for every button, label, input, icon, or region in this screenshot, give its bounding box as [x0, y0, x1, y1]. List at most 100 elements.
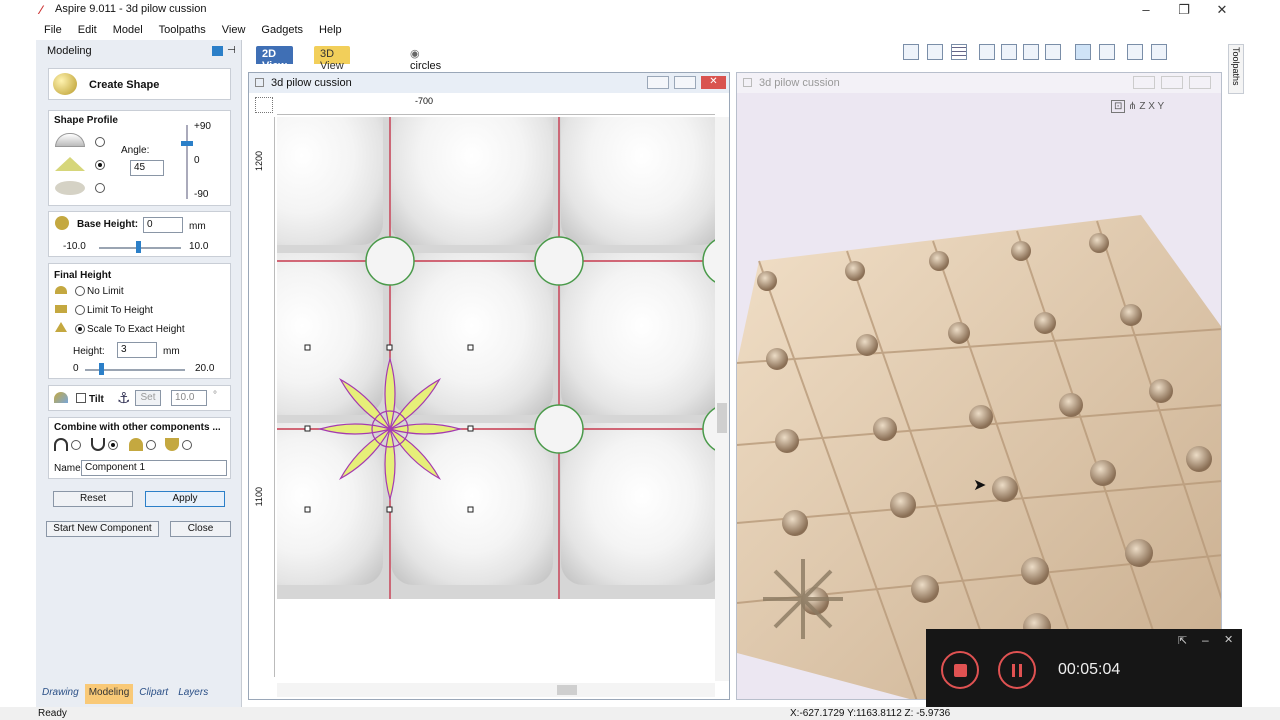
grid-icon[interactable]: [951, 44, 967, 60]
profile-round-radio[interactable]: [95, 137, 105, 147]
recorder-minimize-icon[interactable]: –: [1202, 633, 1209, 647]
ruler-corner: [255, 97, 273, 113]
modeling-panel: Modeling ⊣ Create Shape Shape Profile An…: [36, 40, 242, 707]
tilt-label: Tilt: [89, 394, 104, 405]
base-height-thumb[interactable]: [136, 241, 141, 253]
view-3d-restore-button[interactable]: [1161, 76, 1183, 89]
horizontal-scrollbar[interactable]: [277, 683, 715, 697]
view-3d-title: 3d pilow cussion: [759, 77, 840, 89]
scale-height-label: Scale To Exact Height: [87, 324, 185, 335]
maximize-button[interactable]: ❐: [1176, 2, 1192, 18]
view-3d-minimize-button[interactable]: [1133, 76, 1155, 89]
3d-model-render[interactable]: [737, 93, 1222, 700]
combine-subtract-radio[interactable]: [108, 440, 118, 450]
base-height-group: Base Height: 0 mm -10.0 10.0: [48, 211, 231, 257]
menu-help[interactable]: Help: [311, 22, 350, 40]
view-2d-minimize-button[interactable]: [647, 76, 669, 89]
profile-angle-radio[interactable]: [95, 160, 105, 170]
anchor-icon[interactable]: ⚓: [117, 389, 130, 407]
combine-merge-radio[interactable]: [146, 440, 156, 450]
menu-edit[interactable]: Edit: [70, 22, 105, 40]
tab-clipart[interactable]: Clipart: [135, 684, 172, 704]
base-height-input[interactable]: 0: [143, 217, 183, 233]
tab-2d-view[interactable]: 2D View: [256, 46, 293, 72]
tab-modeling[interactable]: Modeling: [84, 684, 134, 704]
minimize-button[interactable]: –: [1138, 2, 1154, 17]
combine-subtract-icon: [91, 438, 105, 451]
height-thumb[interactable]: [99, 363, 104, 375]
pin-icon[interactable]: [212, 46, 223, 56]
zoom-out-icon[interactable]: [1023, 44, 1039, 60]
menu-model[interactable]: Model: [105, 22, 151, 40]
no-limit-icon: [55, 286, 67, 294]
tab-drawing[interactable]: Drawing: [38, 684, 83, 704]
screen-recorder-widget: ⇱ – ✕ 00:05:04: [926, 629, 1242, 709]
tilt-value-input[interactable]: 10.0: [171, 390, 207, 406]
measure-icon[interactable]: [1099, 44, 1115, 60]
tile-vertical-icon[interactable]: [1151, 44, 1167, 60]
view-3d-close-button[interactable]: [1189, 76, 1211, 89]
tab-3d-view[interactable]: 3D View: [314, 46, 350, 72]
scroll-thumb[interactable]: [557, 685, 577, 695]
reset-button[interactable]: Reset: [53, 491, 133, 507]
horizontal-ruler: -700: [277, 93, 715, 115]
select-icon[interactable]: [1075, 44, 1091, 60]
drawing-canvas[interactable]: [277, 117, 715, 599]
limit-height-radio[interactable]: [75, 305, 85, 315]
menu-file[interactable]: File: [36, 22, 70, 40]
combine-group: Combine with other components ... Name C…: [48, 417, 231, 479]
view-2d-title-bar: 3d pilow cussion ✕: [249, 73, 729, 93]
start-new-component-button[interactable]: Start New Component: [46, 521, 159, 537]
combine-add-radio[interactable]: [71, 440, 81, 450]
recorder-close-icon[interactable]: ✕: [1224, 633, 1233, 646]
no-limit-radio[interactable]: [75, 286, 85, 296]
tilt-checkbox[interactable]: [76, 393, 86, 403]
zoom-in-icon[interactable]: [1001, 44, 1017, 60]
angle-input[interactable]: 45: [130, 160, 164, 176]
layer-dropdown-value: circles: [410, 60, 442, 72]
angle-slider-thumb[interactable]: [181, 141, 193, 146]
vector-overlay[interactable]: [277, 117, 715, 599]
tile-horizontal-icon[interactable]: [1127, 44, 1143, 60]
popout-icon[interactable]: ⇱: [1178, 634, 1187, 647]
view-2d-close-button[interactable]: ✕: [701, 76, 726, 89]
height-input[interactable]: 3: [117, 342, 157, 358]
stop-recording-button[interactable]: [941, 651, 979, 689]
tilt-unit: °: [213, 390, 217, 401]
component-name-input[interactable]: Component 1: [81, 460, 227, 476]
base-height-unit: mm: [189, 221, 206, 232]
mouse-cursor-icon: ➤: [973, 477, 987, 494]
final-height-group: Final Height No Limit Limit To Height Sc…: [48, 263, 231, 379]
profile-flat-radio[interactable]: [95, 183, 105, 193]
scroll-thumb[interactable]: [717, 403, 727, 433]
pause-icon: [1019, 664, 1022, 677]
menu-view[interactable]: View: [214, 22, 254, 40]
close-button[interactable]: ✕: [1214, 2, 1230, 18]
toolpaths-strip[interactable]: Toolpaths: [1228, 44, 1244, 94]
scale-height-radio[interactable]: [75, 324, 85, 334]
menu-gadgets[interactable]: Gadgets: [253, 22, 311, 40]
tilt-set-button[interactable]: Set: [135, 390, 161, 406]
pan-icon[interactable]: [979, 44, 995, 60]
height-max: 20.0: [195, 363, 215, 374]
angle-mid-label: 0: [194, 155, 200, 166]
zoom-box-icon[interactable]: [903, 44, 919, 60]
menu-toolpaths[interactable]: Toolpaths: [151, 22, 214, 40]
zoom-extents-icon[interactable]: [1045, 44, 1061, 60]
angle-slider-track[interactable]: [186, 125, 188, 199]
combine-multiply-icon: [165, 438, 179, 451]
vertical-scrollbar[interactable]: [715, 117, 729, 681]
status-text: Ready: [38, 708, 67, 719]
view-2d-restore-button[interactable]: [674, 76, 696, 89]
pause-recording-button[interactable]: [998, 651, 1036, 689]
combine-multiply-radio[interactable]: [182, 440, 192, 450]
apply-button[interactable]: Apply: [145, 491, 225, 507]
recording-timer: 00:05:04: [1058, 661, 1121, 678]
tab-layers[interactable]: Layers: [174, 684, 212, 704]
unpin-icon[interactable]: ⊣: [227, 45, 236, 56]
cursor-coordinates: X:-627.1729 Y:1163.8112 Z: -5.9736: [790, 708, 951, 719]
window-title: Aspire 9.011 - 3d pilow cussion: [55, 3, 207, 15]
angle-max-label: +90: [194, 121, 211, 132]
zoom-fit-icon[interactable]: [927, 44, 943, 60]
close-panel-button[interactable]: Close: [170, 521, 231, 537]
